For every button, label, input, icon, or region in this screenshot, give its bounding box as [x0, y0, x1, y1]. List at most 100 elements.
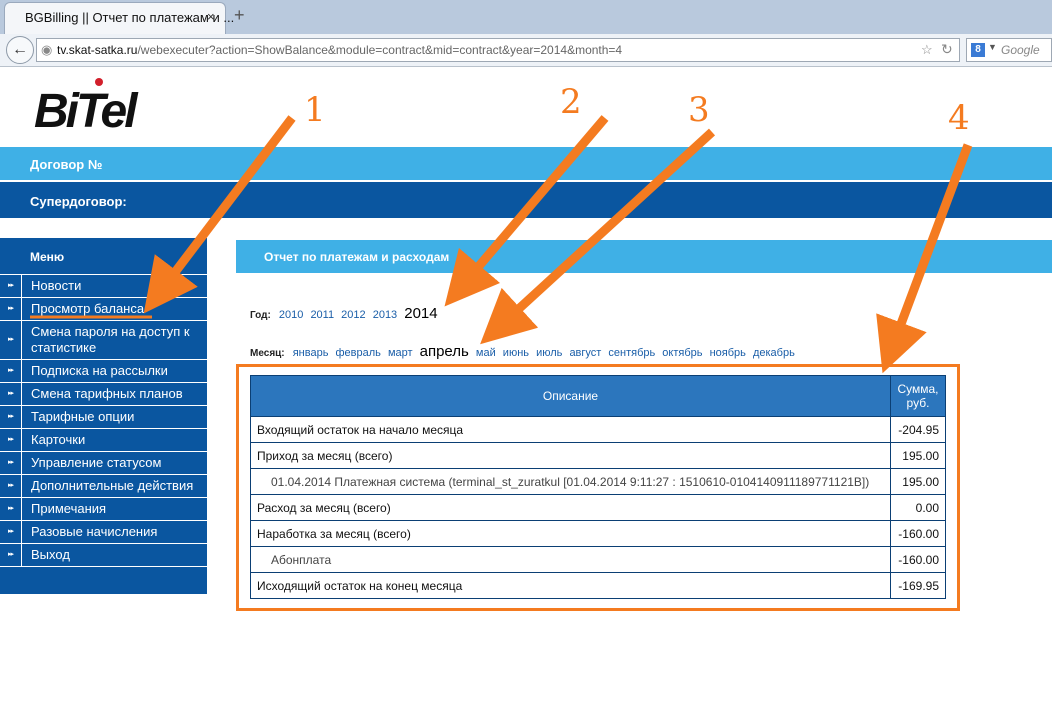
annotation-number-1: 1 [304, 90, 326, 130]
row-description: Приход за месяц (всего) [250, 442, 891, 469]
close-tab-icon[interactable]: × [207, 9, 215, 24]
contract-label: Договор № [30, 157, 103, 172]
sidebar-item-cards[interactable]: ▸▸ Карточки [0, 429, 207, 452]
sidebar-item-logout[interactable]: ▸▸ Выход [0, 544, 207, 567]
back-button[interactable]: ← [6, 36, 34, 64]
month-link-november[interactable]: ноябрь [710, 347, 746, 359]
current-month: апрель [419, 343, 469, 360]
row-sum: 0.00 [890, 494, 946, 521]
row-description: Абонплата [250, 546, 891, 573]
row-sum: 195.00 [890, 442, 946, 469]
table-row: Расход за месяц (всего) 0.00 [250, 494, 946, 521]
current-year: 2014 [404, 305, 438, 322]
month-link-february[interactable]: февраль [335, 347, 380, 359]
supercontract-bar: Супердоговор: [0, 182, 1052, 218]
menu-footer [0, 567, 207, 594]
table-row: Абонплата -160.00 [250, 546, 946, 573]
url-text: tv.skat-satka.ru/webexecuter?action=Show… [57, 43, 623, 57]
contract-bar: Договор № [0, 147, 1052, 180]
reload-icon[interactable]: ↻ [941, 41, 953, 58]
sidebar-item-tariff-plans[interactable]: ▸▸ Смена тарифных планов [0, 383, 207, 406]
month-link-july[interactable]: июль [536, 347, 562, 359]
double-arrow-icon: ▸▸ [0, 475, 22, 497]
year-link-2012[interactable]: 2012 [341, 309, 365, 321]
google-icon: 8 [971, 43, 985, 57]
row-sum: 195.00 [890, 468, 946, 495]
double-arrow-icon: ▸▸ [0, 275, 22, 297]
sidebar-item-extra-actions[interactable]: ▸▸ Дополнительные действия [0, 475, 207, 498]
double-arrow-icon: ▸▸ [0, 321, 22, 359]
sidebar-item-one-time-charges[interactable]: ▸▸ Разовые начисления [0, 521, 207, 544]
new-tab-button[interactable]: + [234, 5, 245, 26]
logo-accent [95, 78, 103, 86]
month-link-august[interactable]: август [569, 347, 601, 359]
sidebar-item-news[interactable]: ▸▸ Новости [0, 274, 207, 298]
search-bar[interactable]: 8 ▼ Google [966, 38, 1052, 62]
table-row: Приход за месяц (всего) 195.00 [250, 442, 946, 469]
annotation-number-2: 2 [560, 82, 582, 122]
row-description: Наработка за месяц (всего) [250, 520, 891, 547]
double-arrow-icon: ▸▸ [0, 383, 22, 405]
month-link-march[interactable]: март [388, 347, 413, 359]
sidebar-item-subscriptions[interactable]: ▸▸ Подписка на рассылки [0, 360, 207, 383]
report-title: Отчет по платежам и расходам [264, 250, 450, 264]
sidebar-item-status[interactable]: ▸▸ Управление статусом [0, 452, 207, 475]
year-selector: Год: 2010 2011 2012 2013 2014 [250, 305, 442, 322]
row-description: Входящий остаток на начало месяца [250, 416, 891, 443]
double-arrow-icon: ▸▸ [0, 298, 22, 320]
month-selector: Месяц: январь февраль март апрель май ию… [250, 343, 799, 360]
browser-tab-bar: BGBilling || Отчет по платежам и ... × + [0, 0, 1052, 34]
globe-icon: ◉ [41, 42, 53, 57]
sidebar-item-change-password[interactable]: ▸▸ Смена пароля на доступ к статистике [0, 321, 207, 360]
row-sum: -169.95 [890, 572, 946, 599]
month-link-september[interactable]: сентябрь [608, 347, 655, 359]
bitel-logo: BiTel [34, 85, 138, 138]
menu-header: Меню [0, 238, 207, 274]
annotation-number-4: 4 [948, 98, 970, 138]
balance-table: Описание Сумма, руб. Входящий остаток на… [250, 375, 946, 599]
browser-tab[interactable]: BGBilling || Отчет по платежам и ... × [4, 2, 234, 34]
double-arrow-icon: ▸▸ [0, 521, 22, 543]
row-description: 01.04.2014 Платежная система (terminal_s… [250, 468, 891, 495]
double-arrow-icon: ▸▸ [0, 406, 22, 428]
report-title-bar: Отчет по платежам и расходам [236, 240, 1052, 273]
sidebar-menu: Меню ▸▸ Новости ▸▸ Просмотр баланса ▸▸ Смен… [0, 238, 207, 594]
row-description: Расход за месяц (всего) [250, 494, 891, 521]
month-link-may[interactable]: май [476, 347, 496, 359]
row-sum: -204.95 [890, 416, 946, 443]
year-link-2011[interactable]: 2011 [310, 309, 334, 321]
sidebar-item-balance[interactable]: ▸▸ Просмотр баланса [0, 298, 207, 321]
bookmark-star-icon[interactable]: ☆ [921, 42, 933, 58]
sidebar-item-notes[interactable]: ▸▸ Примечания [0, 498, 207, 521]
year-label: Год: [250, 310, 271, 321]
table-row: Исходящий остаток на конец месяца -169.9… [250, 572, 946, 599]
column-header-description: Описание [250, 375, 891, 417]
month-link-december[interactable]: декабрь [753, 347, 795, 359]
address-bar[interactable]: ◉ tv.skat-satka.ru/webexecuter?action=Sh… [36, 38, 960, 62]
double-arrow-icon: ▸▸ [0, 429, 22, 451]
column-header-sum: Сумма, руб. [890, 375, 946, 417]
search-engine-dropdown-icon[interactable]: ▼ [988, 42, 997, 52]
sidebar-item-tariff-options[interactable]: ▸▸ Тарифные опции [0, 406, 207, 429]
year-link-2013[interactable]: 2013 [373, 309, 397, 321]
row-sum: -160.00 [890, 520, 946, 547]
month-label: Месяц: [250, 348, 285, 359]
menu-title: Меню [30, 250, 65, 264]
year-link-2010[interactable]: 2010 [279, 309, 303, 321]
double-arrow-icon: ▸▸ [0, 360, 22, 382]
table-row: 01.04.2014 Платежная система (terminal_s… [250, 468, 946, 495]
row-description: Исходящий остаток на конец месяца [250, 572, 891, 599]
double-arrow-icon: ▸▸ [0, 498, 22, 520]
double-arrow-icon: ▸▸ [0, 544, 22, 566]
month-link-october[interactable]: октябрь [662, 347, 702, 359]
browser-nav-bar: ← ◉ tv.skat-satka.ru/webexecuter?action=… [0, 34, 1052, 67]
table-row: Входящий остаток на начало месяца -204.9… [250, 416, 946, 443]
table-row: Наработка за месяц (всего) -160.00 [250, 520, 946, 547]
annotation-number-3: 3 [688, 90, 710, 130]
month-link-january[interactable]: январь [293, 347, 329, 359]
month-link-june[interactable]: июнь [503, 347, 529, 359]
tab-title: BGBilling || Отчет по платежам и ... [25, 10, 235, 25]
table-header-row: Описание Сумма, руб. [250, 375, 946, 417]
row-sum: -160.00 [890, 546, 946, 573]
search-placeholder: Google [1001, 43, 1040, 57]
